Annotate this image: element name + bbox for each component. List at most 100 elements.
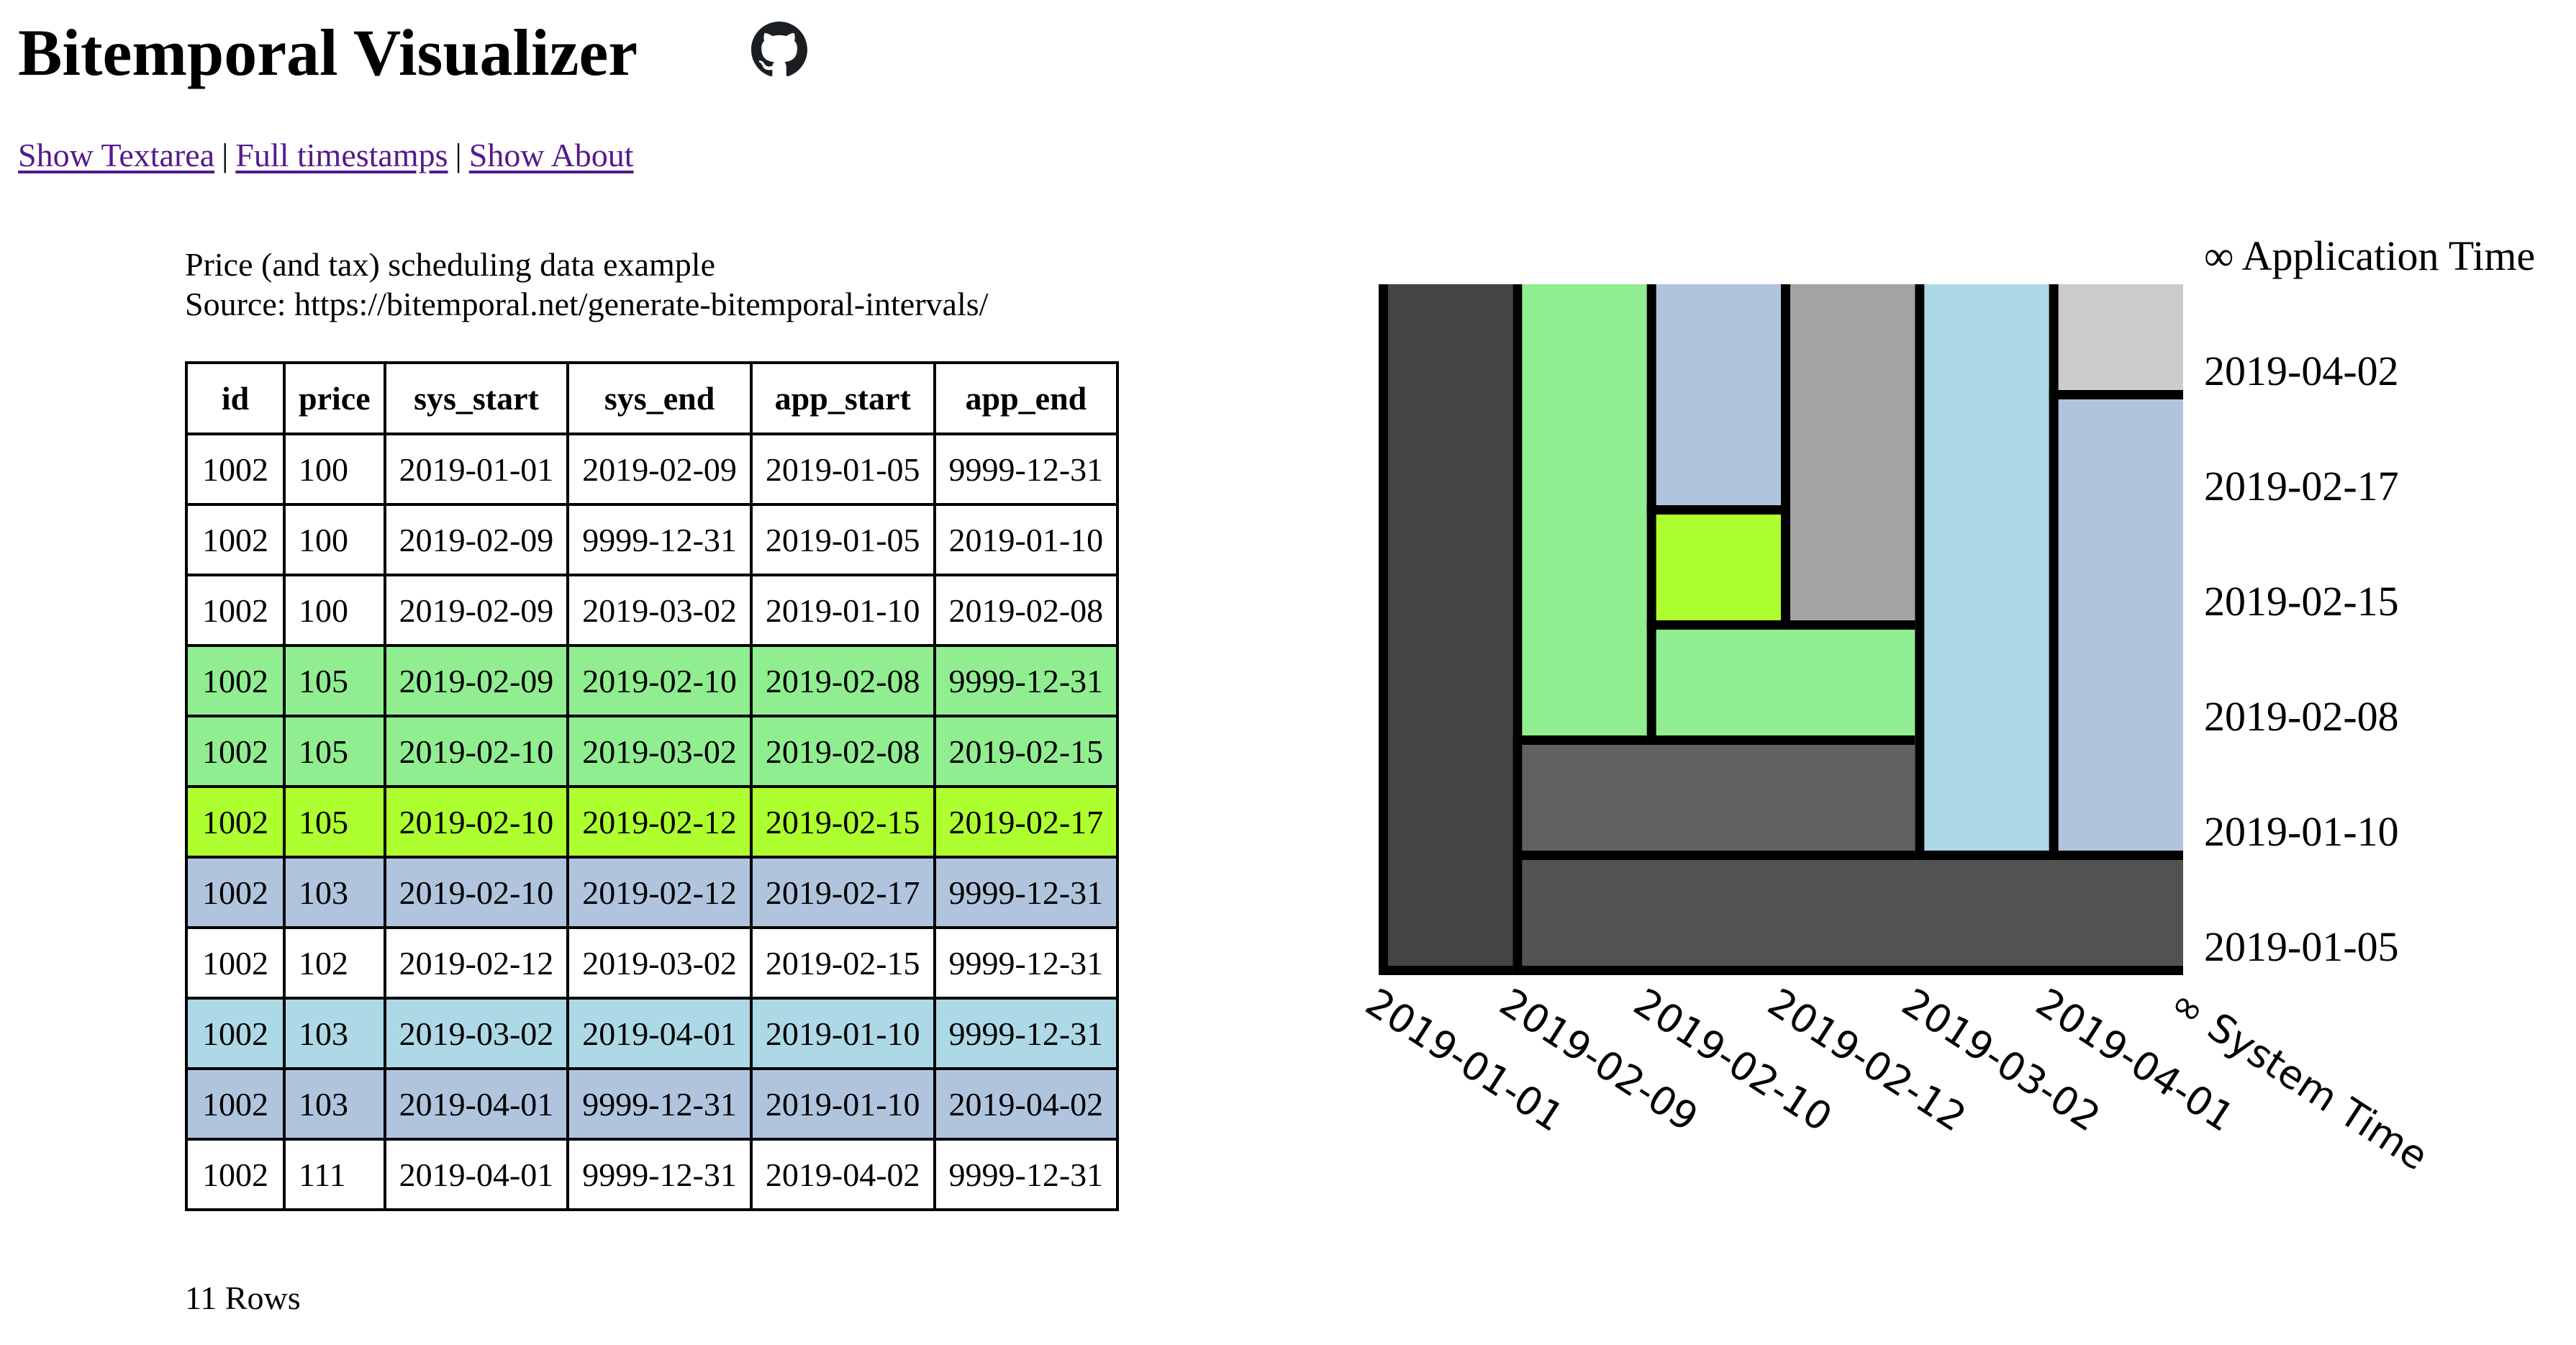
- table-row[interactable]: 1002 105 2019-02-10 2019-03-02 2019-02-08 201…: [185, 715, 1120, 788]
- interval-left-border: [2049, 399, 2059, 860]
- github-icon: [751, 22, 807, 77]
- interval-left-border: [1781, 284, 1790, 630]
- y-tick-label: 2019-01-05: [2204, 923, 2399, 970]
- cell-sys-start: 2019-02-10: [383, 715, 570, 788]
- cell-sys-end: 2019-02-12: [566, 856, 753, 929]
- interval-left-border: [1646, 630, 1656, 745]
- interval-left-border: [1513, 860, 1523, 975]
- cell-price: 100: [283, 503, 386, 576]
- x-tick-label: 2019-02-10: [1626, 979, 1841, 1141]
- interval-left-border: [1513, 745, 1523, 860]
- interval-fill: [2049, 284, 2183, 399]
- cell-app-start: 2019-01-10: [749, 574, 936, 647]
- cell-app-start: 2019-02-15: [749, 926, 936, 1000]
- table-row[interactable]: 1002 103 2019-02-10 2019-02-12 2019-02-17 999…: [185, 856, 1120, 929]
- column-header-app-start[interactable]: app_start: [749, 361, 936, 435]
- table-header-row: id price sys_start sys_end app_start app…: [185, 361, 1120, 435]
- column-header-app-end[interactable]: app_end: [933, 361, 1120, 435]
- table-row[interactable]: 1002 103 2019-04-01 9999-12-31 2019-01-10 201…: [185, 1067, 1120, 1141]
- cell-sys-end: 2019-04-01: [566, 997, 753, 1070]
- cell-id: 1002: [185, 785, 286, 859]
- cell-app-start: 2019-02-08: [749, 715, 936, 788]
- page-title: Bitemporal Visualizer: [18, 16, 638, 89]
- row-count: 11 Rows: [185, 1280, 301, 1316]
- interval-bottom-border: [1513, 735, 1647, 745]
- cell-app-end: 9999-12-31: [933, 644, 1120, 717]
- y-tick-label: 2019-02-17: [2204, 463, 2399, 510]
- table-row[interactable]: 1002 102 2019-02-12 2019-03-02 2019-02-15 999…: [185, 926, 1120, 1000]
- cell-sys-start: 2019-02-09: [383, 574, 570, 647]
- cell-app-end: 9999-12-31: [933, 856, 1120, 929]
- cell-price: 100: [283, 574, 386, 647]
- cell-sys-start: 2019-02-10: [383, 856, 570, 929]
- x-tick-label: 2019-02-09: [1492, 979, 1706, 1141]
- cell-app-end: 2019-02-17: [933, 785, 1120, 859]
- interval-rect[interactable]: [1513, 284, 1647, 745]
- cell-sys-end: 2019-02-12: [566, 785, 753, 859]
- interval-left-border: [1513, 284, 1523, 745]
- interval-rect[interactable]: [1915, 284, 2049, 860]
- cell-app-start: 2019-02-08: [749, 644, 936, 717]
- table-row[interactable]: 1002 105 2019-02-10 2019-02-12 2019-02-15 201…: [185, 785, 1120, 859]
- cell-id: 1002: [185, 856, 286, 929]
- cell-app-end: 2019-02-08: [933, 574, 1120, 647]
- cell-id: 1002: [185, 926, 286, 1000]
- data-table: id price sys_start sys_end app_start app…: [185, 361, 1120, 1211]
- interval-rect[interactable]: [1513, 860, 2183, 975]
- column-header-sys-start[interactable]: sys_start: [383, 361, 570, 435]
- interval-rect[interactable]: [1379, 284, 1513, 975]
- table-row[interactable]: 1002 100 2019-01-01 2019-02-09 2019-01-05 999…: [185, 433, 1120, 506]
- cell-price: 111: [283, 1138, 386, 1211]
- cell-id: 1002: [185, 997, 286, 1070]
- cell-price: 102: [283, 926, 386, 1000]
- interval-fill: [1915, 284, 2049, 860]
- cell-id: 1002: [185, 1067, 286, 1141]
- interval-fill: [1646, 515, 1781, 630]
- interval-rect[interactable]: [1646, 284, 1781, 515]
- table-row[interactable]: 1002 103 2019-03-02 2019-04-01 2019-01-10 999…: [185, 997, 1120, 1070]
- column-header-sys-end[interactable]: sys_end: [566, 361, 753, 435]
- interval-rect[interactable]: [2049, 399, 2183, 860]
- interval-fill: [1646, 284, 1781, 515]
- cell-price: 105: [283, 785, 386, 859]
- column-header-id[interactable]: id: [185, 361, 286, 435]
- cell-sys-start: 2019-03-02: [383, 997, 570, 1070]
- interval-bottom-border: [1513, 851, 1915, 860]
- show-about-link[interactable]: Show About: [469, 137, 634, 173]
- interval-rect[interactable]: [1646, 630, 1915, 745]
- interval-rect[interactable]: [1646, 515, 1781, 630]
- table-row[interactable]: 1002 111 2019-04-01 9999-12-31 2019-04-02 999…: [185, 1138, 1120, 1211]
- interval-bottom-border: [1646, 735, 1915, 745]
- nav-links: Show Textarea | Full timestamps | Show About: [18, 135, 634, 176]
- x-axis-labels: 2019-01-012019-02-092019-02-102019-02-12…: [1358, 979, 2436, 1179]
- github-link[interactable]: [751, 22, 807, 78]
- dataset-source: Source: https://bitemporal.net/generate-…: [185, 286, 989, 322]
- cell-app-start: 2019-01-10: [749, 1067, 936, 1141]
- show-textarea-link[interactable]: Show Textarea: [18, 137, 214, 173]
- cell-price: 103: [283, 856, 386, 929]
- cell-id: 1002: [185, 433, 286, 506]
- cell-app-start: 2019-01-05: [749, 433, 936, 506]
- table-row[interactable]: 1002 105 2019-02-09 2019-02-10 2019-02-08 999…: [185, 644, 1120, 717]
- interval-bottom-border: [2049, 390, 2183, 399]
- interval-rect[interactable]: [2049, 284, 2183, 399]
- cell-sys-end: 9999-12-31: [566, 1067, 753, 1141]
- interval-bottom-border: [1379, 966, 1513, 975]
- cell-app-start: 2019-02-17: [749, 856, 936, 929]
- interval-fill: [2049, 399, 2183, 860]
- full-timestamps-link[interactable]: Full timestamps: [235, 137, 448, 173]
- y-tick-label: 2019-02-15: [2204, 578, 2399, 625]
- x-tick-label: 2019-02-12: [1760, 979, 1974, 1141]
- column-header-price[interactable]: price: [283, 361, 386, 435]
- table-row[interactable]: 1002 100 2019-02-09 2019-03-02 2019-01-10 201…: [185, 574, 1120, 647]
- y-tick-label: 2019-04-02: [2204, 348, 2399, 394]
- cell-sys-start: 2019-02-09: [383, 644, 570, 717]
- table-row[interactable]: 1002 100 2019-02-09 9999-12-31 2019-01-05 201…: [185, 503, 1120, 576]
- x-tick-label: 2019-04-01: [2028, 979, 2243, 1141]
- interval-rect[interactable]: [1513, 745, 1915, 860]
- interval-fill: [1646, 630, 1915, 745]
- interval-rect[interactable]: [1781, 284, 1915, 630]
- cell-app-end: 2019-01-10: [933, 503, 1120, 576]
- cell-sys-end: 2019-03-02: [566, 926, 753, 1000]
- x-tick-label: 2019-03-02: [1894, 979, 2108, 1141]
